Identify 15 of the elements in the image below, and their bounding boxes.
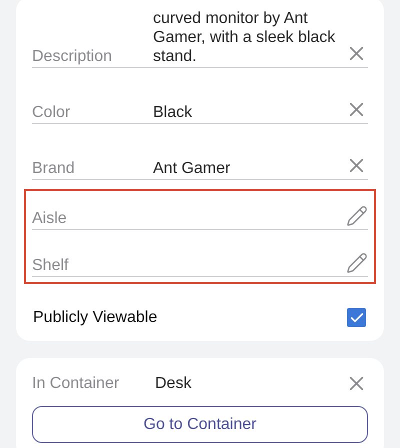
pencil-icon[interactable] (346, 205, 368, 227)
field-value: curved monitor by Ant Gamer, with a sleek black stand. (153, 9, 336, 66)
field-label: Color (32, 103, 72, 122)
field-label: Description (32, 47, 114, 66)
field-value: Desk (155, 375, 192, 393)
field-label: In Container (32, 375, 120, 393)
checkbox[interactable] (347, 308, 366, 327)
pencil-icon[interactable] (346, 252, 368, 274)
field-value: Ant Gamer (153, 159, 230, 178)
field-value: Black (153, 103, 192, 122)
field-label: Aisle (32, 209, 68, 228)
field-label: Shelf (32, 256, 70, 275)
go-to-container-button[interactable]: Go to Container (32, 406, 368, 443)
field-label: Brand (32, 159, 76, 178)
checkbox-label: Publicly Viewable (33, 308, 158, 326)
